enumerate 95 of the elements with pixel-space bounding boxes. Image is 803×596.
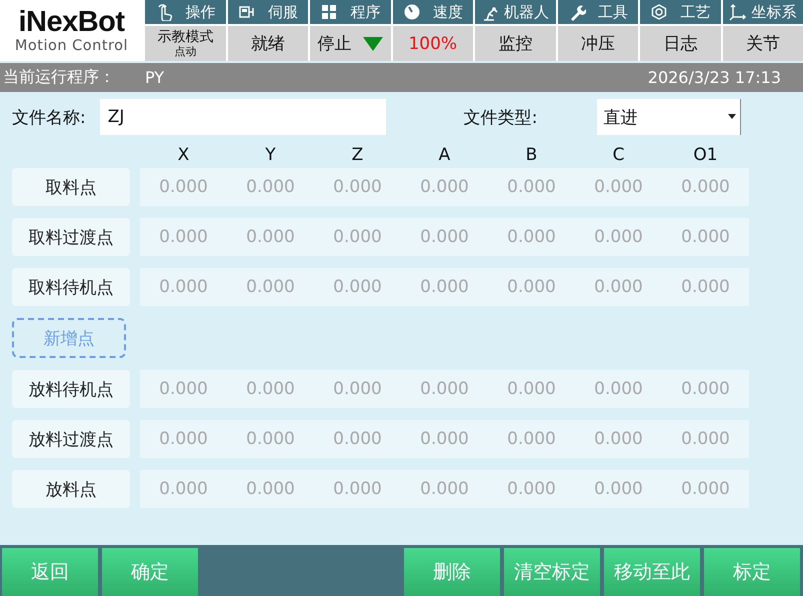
coordinate-field[interactable]: 0.000	[401, 168, 488, 206]
column-header: X	[176, 144, 190, 167]
menu-tab[interactable]: 操作	[145, 0, 226, 24]
coordinate-field[interactable]: 0.000	[662, 370, 749, 408]
footer-button[interactable]: 清空标定	[504, 548, 600, 596]
program-name: PY	[145, 68, 166, 87]
jog-label: 点动	[174, 45, 196, 58]
coordinate-field[interactable]: 0.000	[575, 168, 662, 206]
column-header: Y	[264, 144, 277, 167]
status-cell[interactable]: 就绪	[228, 26, 308, 61]
coordinate-field[interactable]: 0.000	[575, 218, 662, 256]
coordinate-field[interactable]: 0.000	[401, 370, 488, 408]
coordinate-field[interactable]: 0.000	[401, 268, 488, 306]
menu-tab[interactable]: 工具	[558, 0, 638, 24]
file-type-dropdown[interactable]: 直进	[597, 99, 742, 135]
coordinate-field[interactable]: 0.000	[140, 268, 227, 306]
file-name-field[interactable]: ZJ	[100, 99, 386, 135]
footer-button[interactable]: 删除	[404, 548, 500, 596]
footer-button[interactable]: 确定	[102, 548, 198, 596]
axes-icon	[728, 3, 747, 21]
coordinate-field[interactable]: 0.000	[314, 420, 401, 458]
logo-brand: iNexBot	[18, 6, 125, 36]
column-header: B	[524, 144, 538, 167]
column-header: A	[438, 144, 452, 167]
coordinate-field[interactable]: 0.000	[575, 470, 662, 508]
gauge-icon	[402, 3, 421, 21]
point-button[interactable]: 放料过渡点	[12, 420, 130, 458]
datetime: 2026/3/23 17:13	[648, 68, 781, 87]
footer-button[interactable]: 移动至此	[604, 548, 700, 596]
coordinate-field[interactable]: 0.000	[575, 268, 662, 306]
coordinate-field[interactable]: 0.000	[140, 420, 227, 458]
file-type-label: 文件类型:	[464, 106, 538, 128]
coordinate-field[interactable]: 0.000	[488, 168, 575, 206]
status-cell[interactable]: 冲压	[558, 26, 638, 61]
dropdown-caret-icon	[728, 114, 736, 120]
coordinate-field[interactable]: 0.000	[575, 420, 662, 458]
coordinate-field[interactable]: 0.000	[488, 420, 575, 458]
coordinate-field[interactable]: 0.000	[140, 470, 227, 508]
coordinate-field[interactable]: 0.000	[401, 470, 488, 508]
coordinate-field[interactable]: 0.000	[140, 218, 227, 256]
menu-tab[interactable]: 坐标系	[722, 0, 803, 24]
point-button[interactable]: 取料待机点	[12, 268, 130, 306]
coordinate-field[interactable]: 0.000	[662, 420, 749, 458]
column-header: Z	[350, 144, 364, 167]
footer-button[interactable]: 标定	[704, 548, 800, 596]
coordinate-field[interactable]: 0.000	[401, 218, 488, 256]
coordinate-field[interactable]: 0.000	[140, 370, 227, 408]
coordinate-field[interactable]: 0.000	[401, 420, 488, 458]
coordinate-field[interactable]: 0.000	[488, 268, 575, 306]
mode-cell[interactable]: 示教模式 点动	[145, 26, 226, 61]
coordinate-field[interactable]: 0.000	[227, 168, 314, 206]
coordinate-field[interactable]: 0.000	[227, 370, 314, 408]
point-button[interactable]: 放料点	[12, 470, 130, 508]
status-cell[interactable]: 日志	[640, 26, 720, 61]
status-cell[interactable]: 关节	[722, 26, 803, 61]
mode-label: 示教模式	[157, 29, 214, 45]
coordinate-field[interactable]: 0.000	[227, 420, 314, 458]
coordinate-field[interactable]: 0.000	[662, 470, 749, 508]
down-triangle-icon	[363, 36, 384, 50]
run-state-label: 停止	[317, 33, 352, 55]
run-state-cell[interactable]: 停止	[310, 26, 390, 61]
coordinate-field[interactable]: 0.000	[488, 470, 575, 508]
coordinate-field[interactable]: 0.000	[662, 168, 749, 206]
add-point-button[interactable]: 新增点	[12, 318, 126, 358]
column-header: C	[612, 144, 626, 167]
menu-tab[interactable]: 机器人	[475, 0, 556, 24]
coordinate-field[interactable]: 0.000	[314, 370, 401, 408]
program-label: 当前运行程序：	[3, 67, 115, 88]
logo-tagline: Motion Control	[14, 36, 128, 54]
file-name-label: 文件名称:	[12, 106, 86, 128]
footer-button[interactable]: 返回	[2, 548, 98, 596]
point-button[interactable]: 放料待机点	[12, 370, 130, 408]
coordinate-field[interactable]: 0.000	[662, 218, 749, 256]
coordinate-field[interactable]: 0.000	[488, 370, 575, 408]
coordinate-field[interactable]: 0.000	[488, 218, 575, 256]
speed-cell[interactable]: 100%	[392, 26, 473, 61]
grid-icon	[320, 3, 338, 21]
menu-tab[interactable]: 程序	[310, 0, 390, 24]
menu-tab[interactable]: 伺服	[228, 0, 308, 24]
coordinate-field[interactable]: 0.000	[314, 218, 401, 256]
coordinate-field[interactable]: 0.000	[314, 268, 401, 306]
coordinate-field[interactable]: 0.000	[140, 168, 227, 206]
coordinate-field[interactable]: 0.000	[575, 370, 662, 408]
coordinate-field[interactable]: 0.000	[662, 268, 749, 306]
column-header: O1	[692, 144, 719, 167]
point-button[interactable]: 取料过渡点	[12, 218, 130, 256]
coordinate-field[interactable]: 0.000	[314, 168, 401, 206]
status-cell[interactable]: 监控	[475, 26, 556, 61]
coordinate-field[interactable]: 0.000	[227, 218, 314, 256]
menu-tab[interactable]: 速度	[392, 0, 473, 24]
coordinate-field[interactable]: 0.000	[227, 268, 314, 306]
point-button[interactable]: 取料点	[12, 168, 130, 206]
coordinate-field[interactable]: 0.000	[314, 470, 401, 508]
coordinate-field[interactable]: 0.000	[227, 470, 314, 508]
menu-tab[interactable]: 工艺	[640, 0, 720, 24]
